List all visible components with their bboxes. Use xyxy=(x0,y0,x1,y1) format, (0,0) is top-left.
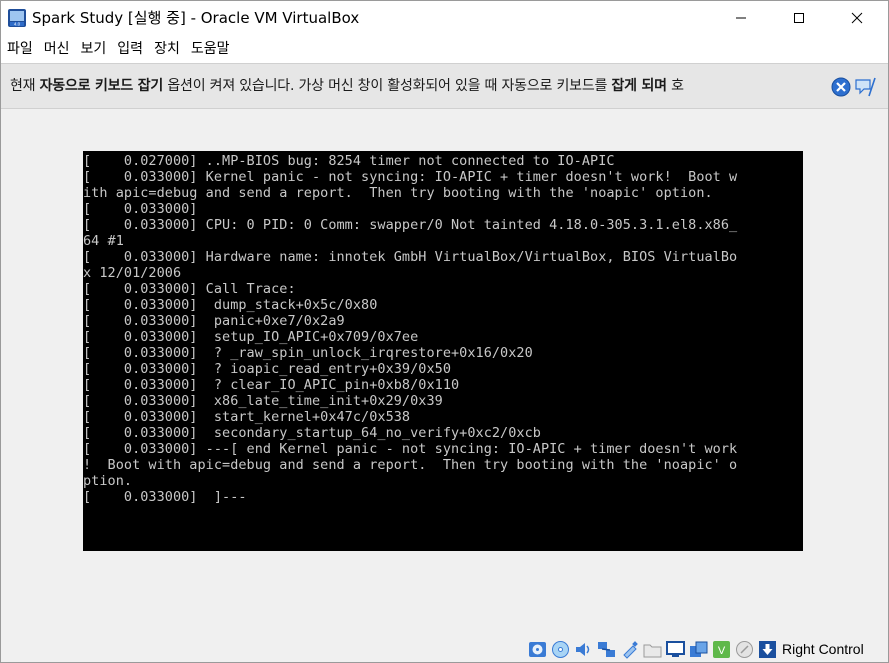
notice-message: 현재 자동으로 키보드 잡기 옵션이 켜져 있습니다. 가상 머신 창이 활성화… xyxy=(10,78,684,95)
keyboard-capture-icon[interactable] xyxy=(758,640,777,659)
close-button[interactable] xyxy=(834,1,880,35)
shared-folders-icon[interactable] xyxy=(643,640,662,659)
console-line: [ 0.033000] ]--- xyxy=(83,489,247,505)
menu-file[interactable]: 파일 xyxy=(3,35,37,63)
notice-text-segment-bold: 잡게 되며 xyxy=(611,78,667,94)
console-line: [ 0.033000] ? clear_IO_APIC_pin+0xb8/0x1… xyxy=(83,377,460,393)
recording-icon[interactable] xyxy=(689,640,708,659)
notice-text-segment-bold: 자동으로 키보드 잡기 xyxy=(39,78,164,94)
close-icon xyxy=(851,12,863,24)
console-line: [ 0.033000] ? _raw_spin_unlock_irqrestor… xyxy=(83,345,533,361)
console-line: [ 0.033000] dump_stack+0x5c/0x80 xyxy=(83,297,378,313)
guest-additions-icon[interactable]: V xyxy=(712,640,731,659)
kernel-console-output: [ 0.027000] ..MP-BIOS bug: 8254 timer no… xyxy=(83,153,803,505)
hard-disk-icon[interactable] xyxy=(528,640,547,659)
mouse-integration-icon[interactable] xyxy=(735,640,754,659)
menu-machine[interactable]: 머신 xyxy=(40,35,74,63)
console-line: [ 0.033000] ---[ end Kernel panic - not … xyxy=(83,441,738,457)
console-line: [ 0.033000] setup_IO_APIC+0x709/0x7ee xyxy=(83,329,419,345)
menu-view[interactable]: 보기 xyxy=(77,35,111,63)
vm-display[interactable]: [ 0.027000] ..MP-BIOS bug: 8254 timer no… xyxy=(83,151,803,551)
svg-text:4.0: 4.0 xyxy=(14,22,21,27)
auto-capture-keyboard-notice: 현재 자동으로 키보드 잡기 옵션이 켜져 있습니다. 가상 머신 창이 활성화… xyxy=(1,63,888,109)
console-line: ption. xyxy=(83,473,133,489)
menu-bar: 파일 머신 보기 입력 장치 도움말 xyxy=(1,35,888,63)
console-line: [ 0.033000] x86_late_time_init+0x29/0x39 xyxy=(83,393,443,409)
console-line: [ 0.027000] ..MP-BIOS bug: 8254 timer no… xyxy=(83,153,615,169)
console-line: [ 0.033000] start_kernel+0x47c/0x538 xyxy=(83,409,411,425)
notice-text-segment: 현재 xyxy=(10,78,40,94)
notice-close-icon[interactable] xyxy=(831,77,851,97)
console-line: x 12/01/2006 xyxy=(83,265,182,281)
console-line: [ 0.033000] Hardware name: innotek GmbH … xyxy=(83,249,738,265)
maximize-button[interactable] xyxy=(776,1,822,35)
window-title: Spark Study [실행 중] - Oracle VM VirtualBo… xyxy=(32,9,360,27)
audio-icon[interactable] xyxy=(574,640,593,659)
minimize-button[interactable] xyxy=(718,1,764,35)
console-line: [ 0.033000] Call Trace: xyxy=(83,281,296,297)
console-line: [ 0.033000] panic+0xe7/0x2a9 xyxy=(83,313,345,329)
menu-help[interactable]: 도움말 xyxy=(187,35,234,63)
svg-text:V: V xyxy=(718,645,726,657)
minimize-icon xyxy=(736,17,746,19)
menu-devices[interactable]: 장치 xyxy=(150,35,184,63)
status-bar: V Right Control xyxy=(1,637,888,663)
notice-text-segment: 호 xyxy=(666,78,684,94)
menu-input[interactable]: 입력 xyxy=(113,35,147,63)
usb-icon[interactable] xyxy=(620,640,639,659)
console-line: [ 0.033000] xyxy=(83,201,198,217)
console-line: ! Boot with apic=debug and send a report… xyxy=(83,457,738,473)
maximize-icon xyxy=(794,13,804,23)
console-line: ith apic=debug and send a report. Then t… xyxy=(83,185,713,201)
host-key-label[interactable]: Right Control xyxy=(782,641,864,657)
title-bar: 4.0 Spark Study [실행 중] - Oracle VM Virtu… xyxy=(1,1,888,35)
console-line: [ 0.033000] Kernel panic - not syncing: … xyxy=(83,169,738,185)
notice-text-segment: 옵션이 켜져 있습니다. 가상 머신 창이 활성화되어 있을 때 자동으로 키보… xyxy=(163,78,612,94)
console-line: 64 #1 xyxy=(83,233,124,249)
console-line: [ 0.033000] CPU: 0 PID: 0 Comm: swapper/… xyxy=(83,217,738,233)
network-icon[interactable] xyxy=(597,640,616,659)
notice-dont-show-again-icon[interactable] xyxy=(854,76,876,98)
display-icon[interactable] xyxy=(666,640,685,659)
virtualbox-app-icon: 4.0 xyxy=(8,9,26,27)
optical-drive-icon[interactable] xyxy=(551,640,570,659)
console-line: [ 0.033000] secondary_startup_64_no_veri… xyxy=(83,425,541,441)
console-line: [ 0.033000] ? ioapic_read_entry+0x39/0x5… xyxy=(83,361,451,377)
